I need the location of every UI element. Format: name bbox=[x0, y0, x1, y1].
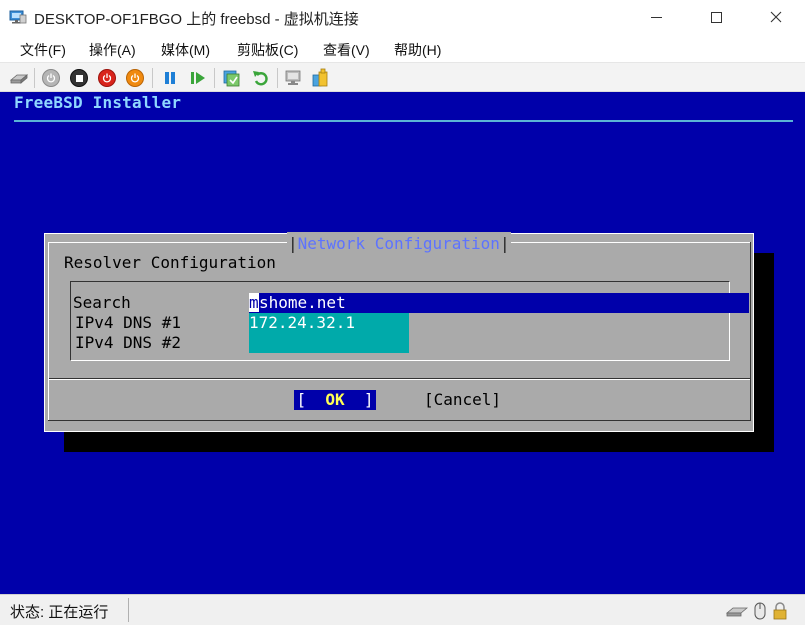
search-input[interactable]: mshome.net bbox=[249, 293, 749, 313]
search-input-value: shome.net bbox=[259, 293, 346, 312]
revert-button[interactable] bbox=[251, 68, 271, 88]
menu-bar: 文件(F) 操作(A) 媒体(M) 剪贴板(C) 查看(V) 帮助(H) bbox=[0, 34, 805, 62]
menu-view[interactable]: 查看(V) bbox=[323, 40, 370, 60]
menu-clipboard[interactable]: 剪贴板(C) bbox=[237, 40, 298, 60]
mouse-icon[interactable] bbox=[753, 602, 767, 620]
maximize-button[interactable] bbox=[688, 0, 744, 34]
search-label: Search bbox=[73, 293, 131, 312]
share-button[interactable] bbox=[310, 68, 330, 88]
keyboard-icon[interactable] bbox=[726, 602, 748, 620]
pause-button[interactable] bbox=[160, 68, 180, 88]
menu-media[interactable]: 媒体(M) bbox=[161, 40, 210, 60]
toolbar-separator bbox=[214, 68, 215, 88]
title-rule bbox=[14, 120, 793, 122]
ok-button[interactable]: [ OK ] bbox=[294, 390, 376, 410]
checkpoint-button[interactable] bbox=[222, 68, 242, 88]
dns1-label: IPv4 DNS #1 bbox=[75, 313, 181, 332]
dialog-heading: Resolver Configuration bbox=[64, 253, 276, 272]
checkpoint-icon bbox=[223, 70, 240, 87]
status-bar: 状态: 正在运行 bbox=[0, 594, 805, 625]
menu-action[interactable]: 操作(A) bbox=[89, 40, 136, 60]
close-icon bbox=[770, 11, 782, 23]
status-text: 状态: 正在运行 bbox=[10, 604, 109, 621]
dns1-input[interactable]: 172.24.32.1 bbox=[249, 313, 409, 333]
start-button[interactable] bbox=[41, 68, 61, 88]
vm-connection-icon bbox=[9, 9, 27, 25]
toolbar-separator bbox=[152, 68, 153, 88]
toolbar-separator bbox=[34, 68, 35, 88]
dialog-title: Network Configuration bbox=[297, 233, 500, 253]
power-icon bbox=[126, 69, 144, 87]
dns2-input[interactable] bbox=[249, 333, 409, 353]
ctrl-alt-del-button[interactable] bbox=[9, 68, 29, 88]
dns1-input-value: 172.24.32.1 bbox=[249, 313, 355, 332]
network-configuration-dialog: | Network Configuration | Resolver Confi… bbox=[44, 232, 754, 432]
share-icon bbox=[312, 68, 328, 87]
enhanced-session-icon bbox=[285, 70, 301, 85]
shut-down-icon bbox=[98, 69, 116, 87]
dns2-label: IPv4 DNS #2 bbox=[75, 333, 181, 352]
ctrl-alt-del-icon bbox=[9, 74, 29, 84]
enhanced-session-button[interactable] bbox=[284, 68, 304, 88]
text-cursor: m bbox=[249, 293, 259, 312]
turn-off-button[interactable] bbox=[69, 68, 89, 88]
cancel-button[interactable]: [Cancel] bbox=[424, 390, 501, 409]
toolbar bbox=[0, 62, 805, 92]
toolbar-separator bbox=[277, 68, 278, 88]
power-button[interactable] bbox=[125, 68, 145, 88]
minimize-button[interactable] bbox=[628, 0, 684, 34]
shut-down-button[interactable] bbox=[97, 68, 117, 88]
maximize-icon bbox=[710, 11, 722, 23]
turn-off-icon bbox=[70, 69, 88, 87]
title-bar: DESKTOP-OF1FBGO 上的 freebsd - 虚拟机连接 bbox=[0, 0, 805, 34]
minimize-icon bbox=[650, 16, 662, 18]
lock-icon[interactable] bbox=[772, 602, 788, 620]
menu-file[interactable]: 文件(F) bbox=[20, 40, 66, 60]
menu-help[interactable]: 帮助(H) bbox=[394, 40, 441, 60]
start-icon bbox=[42, 69, 60, 87]
dialog-title-bar: | Network Configuration | bbox=[287, 232, 511, 254]
resolver-form: Search IPv4 DNS #1 IPv4 DNS #2 mshome.ne… bbox=[70, 281, 749, 361]
window-title: DESKTOP-OF1FBGO 上的 freebsd - 虚拟机连接 bbox=[34, 11, 359, 28]
vm-console[interactable]: FreeBSD Installer | Network Configuratio… bbox=[0, 92, 805, 594]
installer-title: FreeBSD Installer bbox=[14, 93, 182, 112]
close-button[interactable] bbox=[748, 0, 804, 34]
pause-icon bbox=[165, 72, 175, 84]
revert-icon bbox=[253, 71, 268, 86]
resume-button[interactable] bbox=[188, 68, 208, 88]
ok-button-label: OK bbox=[325, 390, 345, 409]
resume-icon bbox=[191, 72, 205, 84]
